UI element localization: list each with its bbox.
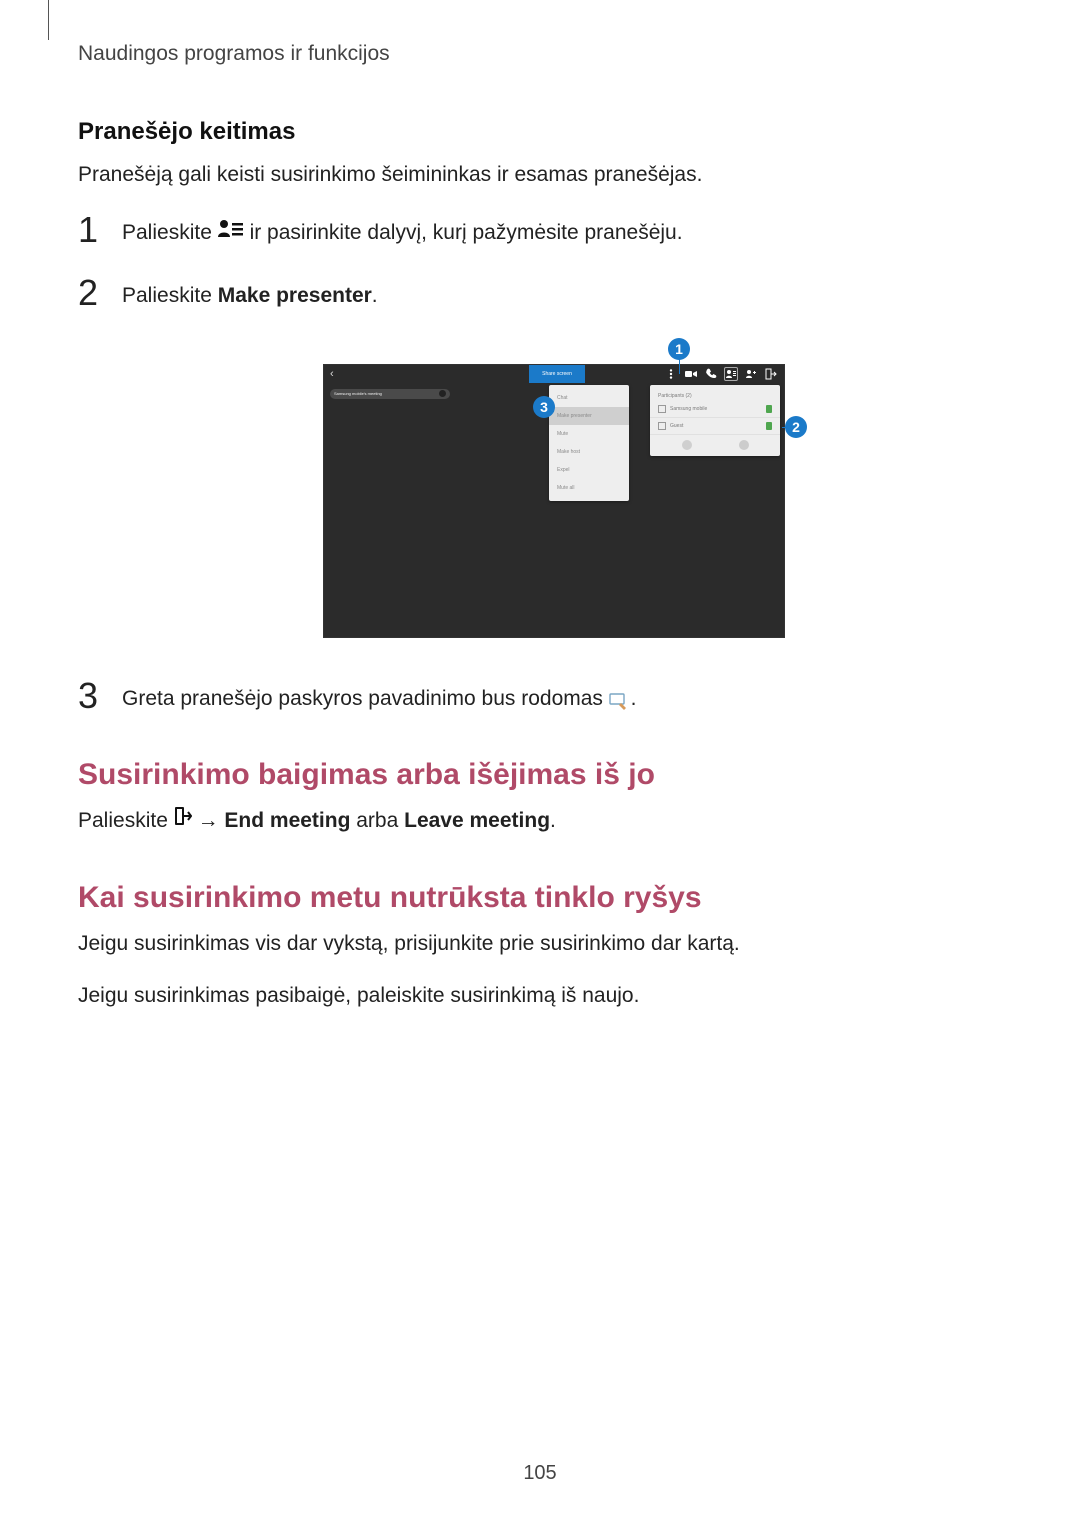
menu-item: Mute all [549,479,629,497]
running-header: Naudingos programos ir funkcijos [78,42,1002,66]
mic-toggle-icon [739,440,749,450]
participant-name: Guest [670,423,762,429]
participants-icon [218,218,244,248]
mic-icon [766,405,772,413]
section3-p1: Jeigu susirinkimas vis dar vykstą, prisi… [78,929,1002,959]
meeting-title-pill: Samsung mobile's meeting [330,389,450,399]
callout-2: 2 [785,416,807,438]
sec2-bold1: End meeting [224,809,350,832]
pill-close-icon [439,390,446,397]
step2-bold: Make presenter [218,284,372,307]
meeting-title: Samsung mobile's meeting [334,391,382,396]
step2-post: . [372,284,378,307]
presenter-badge-icon [609,690,625,706]
step-1: 1 Palieskite ir pasirinkite dalyvį, kurį… [78,212,1002,249]
topbar-icons [664,365,778,383]
add-user-icon [744,367,758,381]
step-3: 3 Greta pranešėjo paskyros pavadinimo bu… [78,678,1002,714]
section1-title: Pranešėjo keitimas [78,118,1002,146]
panel-header: Participants (2) [650,389,780,401]
menu-item: Make host [549,443,629,461]
step-2: 2 Palieskite Make presenter. [78,275,1002,311]
callout-1: 1 [668,338,690,360]
side-rule [48,0,49,40]
step-number: 2 [78,275,102,311]
section2-body: Palieskite → End meeting arba Leave meet… [78,806,1002,837]
menu-item-active: Make presenter [549,407,629,425]
more-icon [664,367,678,381]
step3-pre: Greta pranešėjo paskyros pavadinimo bus … [122,687,609,710]
step1-post: ir pasirinkite dalyvį, kurį pažymėsite p… [250,221,683,244]
presenter-badge-icon [658,405,666,413]
participant-row: Samsung mobile [650,401,780,418]
participants-panel: Participants (2) Samsung mobile Guest [650,385,780,456]
participant-row: Guest [650,418,780,435]
step2-pre: Palieskite [122,284,218,307]
step3-post: . [631,687,637,710]
video-icon [684,367,698,381]
step-number: 3 [78,678,102,714]
participants-panel-icon [724,367,738,381]
back-icon: ‹ [330,368,334,380]
section3-p2: Jeigu susirinkimas pasibaigė, paleiskite… [78,981,1002,1011]
step-3-body: Greta pranešėjo paskyros pavadinimo bus … [122,678,636,714]
mic-icon [766,422,772,430]
participant-name: Samsung mobile [670,406,762,412]
section2-title: Susirinkimo baigimas arba išėjimas iš jo [78,758,1002,792]
call-icon [704,367,718,381]
exit-icon [174,805,192,835]
callout-line [679,358,680,374]
menu-item: Chat [549,389,629,407]
step1-pre: Palieskite [122,221,218,244]
sec2-post: . [550,809,556,832]
sec2-mid: arba [350,809,404,832]
section3-title: Kai susirinkimo metu nutrūksta tinklo ry… [78,881,1002,915]
chat-bubble-icon [682,440,692,450]
user-icon [658,422,666,430]
section1-intro: Pranešėją gali keisti susirinkimo šeimin… [78,160,1002,190]
arrow-icon: → [198,809,219,832]
page-content: Naudingos programos ir funkcijos Pranešė… [0,0,1080,1074]
callout-3: 3 [533,396,555,418]
menu-item: Expel [549,461,629,479]
share-screen-button: Share screen [529,365,585,383]
page-number: 105 [0,1462,1080,1485]
sec2-bold2: Leave meeting [404,809,550,832]
figure: 1 2 3 ‹ Share screen [295,338,785,638]
exit-icon [764,367,778,381]
sec2-pre: Palieskite [78,809,174,832]
figure-wrap: 1 2 3 ‹ Share screen [78,338,1002,638]
panel-bottom-icons [650,435,780,450]
context-menu: Chat Make presenter Mute Make host Expel… [549,385,629,501]
step-2-body: Palieskite Make presenter. [122,275,378,311]
step-1-body: Palieskite ir pasirinkite dalyvį, kurį p… [122,212,683,249]
menu-item: Mute [549,425,629,443]
step-number: 1 [78,212,102,248]
